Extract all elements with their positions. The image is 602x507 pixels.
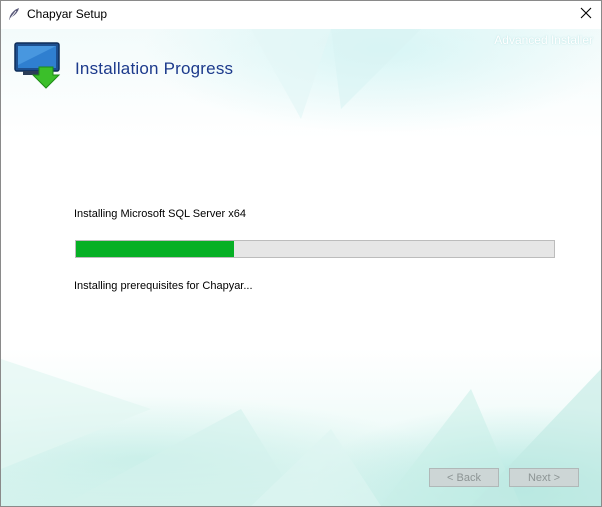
progress-fill [76, 241, 234, 257]
back-button[interactable]: < Back [429, 468, 499, 487]
window-title: Chapyar Setup [27, 7, 108, 21]
close-icon [580, 6, 592, 24]
brand-watermark: Advanced Installer [494, 33, 593, 47]
next-button[interactable]: Next > [509, 468, 579, 487]
current-action-label: Installing Microsoft SQL Server x64 [74, 208, 246, 220]
setup-window: Chapyar Setup Advanced Installer Install… [0, 0, 602, 507]
feather-pen-icon [7, 7, 21, 21]
wizard-content: Advanced Installer Installation Progress… [1, 29, 601, 506]
close-button[interactable] [571, 1, 601, 29]
progress-bar [75, 240, 555, 258]
monitor-download-icon [13, 41, 63, 89]
background-decoration [1, 29, 601, 506]
status-label: Installing prerequisites for Chapyar... [74, 280, 253, 292]
page-title: Installation Progress [75, 59, 234, 78]
title-bar[interactable]: Chapyar Setup [1, 1, 601, 29]
